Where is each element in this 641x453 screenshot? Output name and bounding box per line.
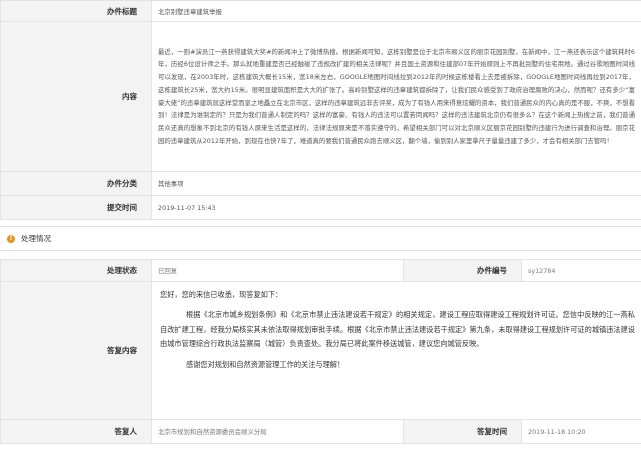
title-value: 北京别墅违章建筑举报 [151, 0, 641, 22]
responder-label: 答复人 [0, 419, 152, 444]
submit-time-label: 提交时间 [0, 195, 152, 220]
process-table: 处理状态 已回复 办件编号 sy12784 答复内容 您好，您的来信已收悉，现答… [0, 259, 641, 444]
case-no-label: 办件编号 [403, 259, 522, 282]
title-label: 办件标题 [0, 0, 152, 22]
section-title: 处理情况 [21, 234, 51, 243]
process-section-header: ! 处理情况 [0, 226, 641, 251]
reply-label: 答复内容 [0, 281, 152, 420]
responder-value: 北京市规划和自然资源委员会顺义分局 [151, 419, 404, 444]
process-status-icon: ! [7, 234, 15, 243]
reply-greeting: 您好，您的来信已收悉，现答复如下： [160, 290, 283, 299]
content-text: 最近，一则#演员江一燕获得建筑大奖#的新闻冲上了微博热搜。根据新闻可知，这栋别墅… [151, 21, 641, 172]
category-label: 办件分类 [0, 171, 152, 196]
status-label: 处理状态 [0, 259, 152, 282]
case-info-table: 办件标题 北京别墅违章建筑举报 内容 最近，一则#演员江一燕获得建筑大奖#的新闻… [0, 0, 641, 220]
reply-time-value: 2019-11-18 10:20 [521, 419, 641, 444]
case-no-value: sy12784 [521, 259, 641, 282]
content-label: 内容 [0, 21, 152, 172]
submit-time-value: 2019-11-07 15:43 [151, 195, 641, 220]
reply-body: 根据《北京市城乡规划条例》和《北京市禁止违法建设若干规定》的相关规定，建设工程应… [160, 310, 635, 349]
reply-content: 您好，您的来信已收悉，现答复如下： 根据《北京市城乡规划条例》和《北京市禁止违法… [151, 281, 641, 420]
reply-thanks: 感谢您对规划和自然资源管理工作的关注与理解！ [186, 359, 345, 369]
reply-time-label: 答复时间 [403, 419, 522, 444]
status-value: 已回复 [151, 259, 404, 282]
category-value: 其他事项 [151, 171, 641, 196]
